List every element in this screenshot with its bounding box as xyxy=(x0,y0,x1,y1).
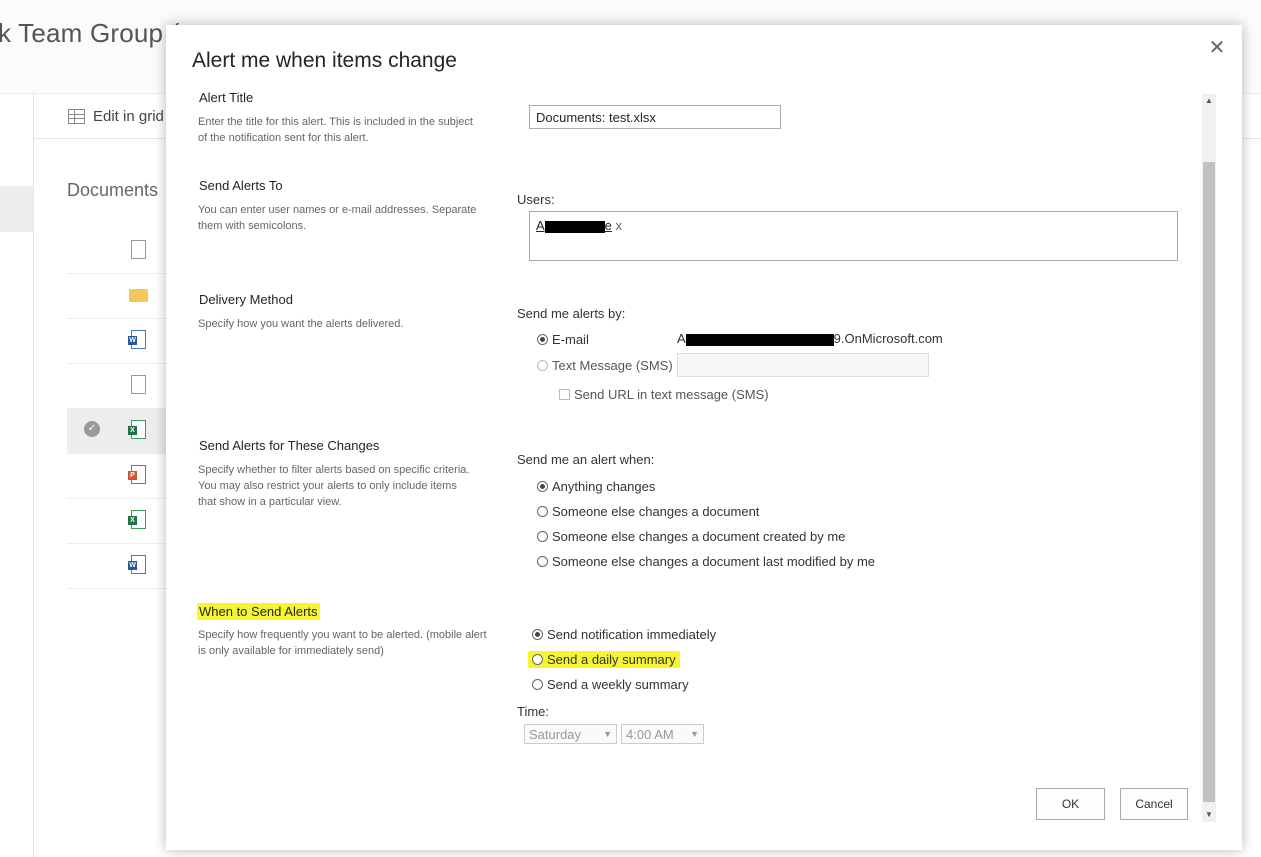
chevron-down-icon: ▼ xyxy=(690,729,699,739)
when-to-send-heading: When to Send Alerts xyxy=(197,603,320,620)
weekly-summary-option[interactable]: Send a weekly summary xyxy=(532,677,689,692)
word-file-icon: W xyxy=(128,555,146,574)
user-entry[interactable]: Ae xyxy=(536,218,612,233)
redacted-email xyxy=(685,333,834,346)
changes-description: Specify whether to filter alerts based o… xyxy=(198,464,470,508)
users-input[interactable]: Ae x xyxy=(529,211,1178,261)
sms-url-option[interactable]: Send URL in text message (SMS) xyxy=(559,387,769,402)
close-icon[interactable]: ✕ xyxy=(1206,37,1228,59)
send-by-label: Send me alerts by: xyxy=(517,306,626,321)
change-radio[interactable] xyxy=(537,506,548,517)
change-radio[interactable] xyxy=(537,531,548,542)
check-icon[interactable]: ✓ xyxy=(84,421,100,437)
delivery-method-description: Specify how you want the alerts delivere… xyxy=(198,318,404,330)
sms-radio[interactable] xyxy=(537,360,548,371)
change-option-anything[interactable]: Anything changes xyxy=(537,479,655,494)
alert-when-label: Send me an alert when: xyxy=(517,452,655,467)
frequency-radio[interactable] xyxy=(532,629,543,640)
alert-title-heading: Alert Title xyxy=(199,90,254,105)
send-immediately-option[interactable]: Send notification immediately xyxy=(532,627,716,642)
scroll-down-icon[interactable]: ▼ xyxy=(1202,808,1216,822)
chevron-down-icon: ▼ xyxy=(603,729,612,739)
redacted-name xyxy=(544,220,605,233)
alert-dialog: Alert me when items change ✕ Alert Title… xyxy=(166,25,1242,850)
ok-button[interactable]: OK xyxy=(1036,788,1105,820)
folder-icon xyxy=(129,289,148,302)
scrollbar-thumb[interactable] xyxy=(1203,162,1215,802)
email-address: A 9.OnMicrosoft.com xyxy=(677,331,943,346)
dialog-title: Alert me when items change xyxy=(192,49,457,72)
left-nav-selected-item[interactable] xyxy=(0,186,33,232)
cancel-button[interactable]: Cancel xyxy=(1120,788,1188,820)
time-label: Time: xyxy=(517,704,550,719)
change-option-someone-else[interactable]: Someone else changes a document xyxy=(537,504,759,519)
day-select[interactable]: Saturday ▼ xyxy=(524,724,617,744)
edit-in-grid-button[interactable]: Edit in grid xyxy=(68,108,164,125)
alert-title-description: Enter the title for this alert. This is … xyxy=(198,116,473,144)
email-radio[interactable] xyxy=(537,334,548,345)
change-radio[interactable] xyxy=(537,481,548,492)
grid-icon xyxy=(68,109,85,124)
sms-number-input[interactable] xyxy=(677,353,929,377)
frequency-radio[interactable] xyxy=(532,679,543,690)
sms-url-checkbox[interactable] xyxy=(559,389,570,400)
powerpoint-file-icon: P xyxy=(128,465,146,484)
site-title[interactable]: k Team Group ( xyxy=(0,18,180,49)
excel-file-icon: X xyxy=(128,420,146,439)
time-select[interactable]: 4:00 AM ▼ xyxy=(621,724,704,744)
send-alerts-to-heading: Send Alerts To xyxy=(199,178,283,193)
users-label: Users: xyxy=(517,192,555,207)
change-option-modified-by-me[interactable]: Someone else changes a document last mod… xyxy=(537,554,875,569)
remove-user-icon[interactable]: x xyxy=(616,218,623,233)
excel-file-icon: X xyxy=(128,510,146,529)
file-icon xyxy=(131,240,146,259)
change-option-created-by-me[interactable]: Someone else changes a document created … xyxy=(537,529,845,544)
sms-option[interactable]: Text Message (SMS) xyxy=(537,358,673,373)
file-icon xyxy=(131,375,146,394)
scroll-up-icon[interactable]: ▲ xyxy=(1202,94,1216,108)
word-file-icon: W xyxy=(128,330,146,349)
change-radio[interactable] xyxy=(537,556,548,567)
send-alerts-to-description: You can enter user names or e-mail addre… xyxy=(198,204,477,232)
edit-in-grid-label: Edit in grid xyxy=(93,108,164,125)
when-to-send-description: Specify how frequently you want to be al… xyxy=(198,629,487,657)
dialog-scrollbar[interactable]: ▲ ▼ xyxy=(1202,94,1216,822)
changes-heading: Send Alerts for These Changes xyxy=(199,438,380,453)
documents-breadcrumb[interactable]: Documents xyxy=(67,180,158,201)
delivery-method-heading: Delivery Method xyxy=(199,292,293,307)
frequency-radio[interactable] xyxy=(532,654,543,665)
dialog-content: Alert Title Enter the title for this ale… xyxy=(166,90,1212,825)
alert-title-input[interactable]: Documents: test.xlsx xyxy=(529,105,781,129)
email-option[interactable]: E-mail xyxy=(537,332,589,347)
daily-summary-option[interactable]: Send a daily summary xyxy=(528,651,680,668)
